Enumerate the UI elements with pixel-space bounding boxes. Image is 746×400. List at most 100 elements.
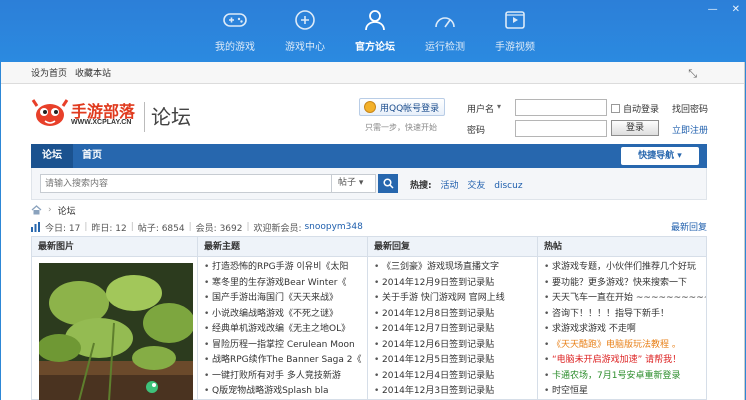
list-item[interactable]: • 一键打败所有对手 多人竞技新游 <box>204 369 367 385</box>
qq-login-label: 用QQ帐号登录 <box>380 103 440 114</box>
qq-login-hint: 只需一步，快速开始 <box>365 123 437 132</box>
bullet: • <box>374 355 380 365</box>
list-item[interactable]: • 2014年12月8日签到记录贴 <box>374 307 537 323</box>
password-input[interactable] <box>515 120 607 137</box>
bullet: • <box>544 386 550 396</box>
search-bar: 帖子 ▾ 热搜: 活动 交友 discuz <box>31 168 707 200</box>
list-item[interactable]: • 咨询下！！！！指导下新手！ <box>544 307 706 323</box>
bookmark-link[interactable]: 收藏本站 <box>75 66 111 79</box>
hot-tag[interactable]: discuz <box>494 181 522 191</box>
list-item[interactable]: • 国产手游出海国门《天天来战》 <box>204 291 367 307</box>
list-item[interactable]: • 小说改编战略游戏《不死之谜》 <box>204 307 367 323</box>
hot-post-title: 时空恒星 <box>552 386 589 396</box>
list-item[interactable]: • 寒冬里的生存游戏Bear Winter《 <box>204 276 367 292</box>
register-link[interactable]: 立即注册 <box>672 123 708 136</box>
game-center-icon <box>292 8 318 32</box>
newest-member-link[interactable]: snoopym348 <box>304 222 362 232</box>
list-item[interactable]: • 2014年12月6日签到记录贴 <box>374 338 537 354</box>
list-item[interactable]: • 求游戏专题，小伙伴们推荐几个好玩 <box>544 260 706 276</box>
search-input[interactable] <box>40 174 332 193</box>
bullet: • <box>374 339 380 350</box>
list-item[interactable]: • 时空恒星 <box>544 384 706 400</box>
featured-image[interactable] <box>39 263 193 400</box>
username-label: 用户名 <box>467 105 495 115</box>
forum-stats: 今日: 17 | 昨日: 12 | 帖子: 6854 | 会员: 3692 | 欢迎新会… <box>31 220 707 234</box>
latest-replies-column: 最新回复 • 《三剑豪》游戏现场直播文字 • 2014年12月9日签到记录贴 • 关于… <box>368 237 538 400</box>
top-navigation: 我的游戏 游戏中心 官方论坛 运行检测 手游视频 <box>200 8 550 60</box>
minimize-button[interactable]: — <box>708 4 718 15</box>
stat-members: 会员: 3692 <box>195 223 243 234</box>
list-item[interactable]: • “电脑未开启游戏加速” 请帮我！ <box>544 353 706 369</box>
username-input[interactable] <box>515 99 607 116</box>
set-home-link[interactable]: 设为首页 <box>31 66 67 79</box>
column-title: 最新主题 <box>198 237 367 257</box>
hot-post-title: 卡通农场，7月1号安卓重新登录 <box>552 370 681 381</box>
list-item[interactable]: • 天天飞车一直在开始 ~~~~~~~~~~~ <box>544 291 706 307</box>
list-item[interactable]: • 卡通农场，7月1号安卓重新登录 <box>544 369 706 385</box>
topnav-official-forum[interactable]: 官方论坛 <box>340 8 410 60</box>
list-item[interactable]: • 2014年12月7日签到记录贴 <box>374 322 537 338</box>
bullet: • <box>204 308 210 319</box>
topnav-my-games[interactable]: 我的游戏 <box>200 8 270 60</box>
window-controls: — ✕ <box>708 4 740 15</box>
hot-search-label: 热搜: <box>410 181 432 191</box>
topnav-game-center[interactable]: 游戏中心 <box>270 8 340 60</box>
list-item[interactable]: • 2014年12月9日签到记录贴 <box>374 276 537 292</box>
hot-searches: 热搜: 活动 交友 discuz <box>410 178 529 191</box>
auto-login-checkbox[interactable]: 自动登录 <box>611 102 659 115</box>
expand-icon[interactable]: ⤡ <box>688 67 697 81</box>
breadcrumb-current[interactable]: 论坛 <box>58 204 76 217</box>
list-item[interactable]: • 经典单机游戏改编《无主之地OL》 <box>204 322 367 338</box>
logo-url: WWW.XCPLAY.CN <box>71 119 132 126</box>
topic-title: 国产手游出海国门《天天来战》 <box>212 293 339 303</box>
topic-title: 冒险历程一指掌控 Cerulean Moon <box>212 339 355 350</box>
hot-tag[interactable]: 活动 <box>440 181 458 191</box>
bullet: • <box>374 324 380 334</box>
list-item[interactable]: • 2014年12月3日签到记录贴 <box>374 384 537 400</box>
hot-post-title: 天天飞车一直在开始 ~~~~~~~~~~~ <box>552 293 706 303</box>
search-type-select[interactable]: 帖子 ▾ <box>332 174 376 193</box>
list-item[interactable]: • 《天天酷跑》电脑版玩法教程 。 <box>544 338 706 354</box>
breadcrumb: › 论坛 <box>31 203 76 217</box>
reply-title: 《三剑豪》游戏现场直播文字 <box>382 262 500 272</box>
house-icon[interactable] <box>31 205 42 215</box>
topnav-mobile-video[interactable]: 手游视频 <box>480 8 550 60</box>
page-scrollbar[interactable] <box>744 62 745 400</box>
latest-reply-link[interactable]: 最新回复 <box>671 220 707 233</box>
list-item[interactable]: • 求游戏求游戏 不走啊 <box>544 322 706 338</box>
list-item[interactable]: • 2014年12月5日签到记录贴 <box>374 353 537 369</box>
list-item[interactable]: • 2014年12月4日签到记录贴 <box>374 369 537 385</box>
list-item[interactable]: • 战略RPG续作The Banner Saga 2《 <box>204 353 367 369</box>
list-item[interactable]: • 要功能？更多游戏？快来搜索一下 <box>544 276 706 292</box>
search-button[interactable] <box>378 174 398 193</box>
quick-nav-button[interactable]: 快捷导航 ▾ <box>621 147 699 165</box>
list-item[interactable]: • 关于手游 快门游戏网 官网上线 <box>374 291 537 307</box>
list-item[interactable]: • Q版宠物战略游戏Splash bla <box>204 384 367 400</box>
login-button[interactable]: 登录 <box>611 120 659 136</box>
nav-home[interactable]: 首页 <box>71 144 113 168</box>
list-item[interactable]: • 冒险历程一指掌控 Cerulean Moon <box>204 338 367 354</box>
bullet: • <box>374 386 380 396</box>
site-logo[interactable]: 手游部落 WWW.XCPLAY.CN <box>31 94 141 134</box>
bullet: • <box>544 308 550 319</box>
bullet: • <box>544 262 550 272</box>
qq-login-button[interactable]: 用QQ帐号登录 <box>359 98 445 116</box>
bullet: • <box>204 262 210 272</box>
nav-forum[interactable]: 论坛 <box>31 144 73 168</box>
password-label: 密码 <box>467 126 486 136</box>
list-item[interactable]: • 《三剑豪》游戏现场直播文字 <box>374 260 537 276</box>
topic-title: 小说改编战略游戏《不死之谜》 <box>212 308 339 319</box>
reply-title: 2014年12月6日签到记录贴 <box>382 339 495 350</box>
chevron-down-icon[interactable]: ▾ <box>497 102 501 111</box>
forgot-password-link[interactable]: 找回密码 <box>672 102 708 115</box>
bullet: • <box>204 355 210 365</box>
hot-post-title: “电脑未开启游戏加速” 请帮我！ <box>552 355 682 365</box>
topnav-run-detect[interactable]: 运行检测 <box>410 8 480 60</box>
logo-divider <box>144 102 145 132</box>
close-button[interactable]: ✕ <box>732 4 740 15</box>
detect-icon <box>432 8 458 32</box>
auto-login-label: 自动登录 <box>623 105 660 115</box>
hot-tag[interactable]: 交友 <box>467 181 485 191</box>
qq-icon <box>364 101 376 113</box>
list-item[interactable]: • 打造恐怖的RPG手游 이유비《太阳 <box>204 260 367 276</box>
